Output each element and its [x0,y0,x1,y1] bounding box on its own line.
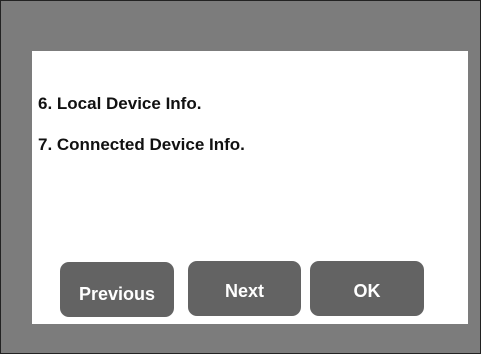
menu-panel: 6. Local Device Info. 7. Connected Devic… [32,51,468,324]
ok-button[interactable]: OK [310,261,424,316]
device-frame: 6. Local Device Info. 7. Connected Devic… [0,0,481,354]
menu-item-local-device-info[interactable]: 6. Local Device Info. [38,94,201,114]
menu-item-connected-device-info[interactable]: 7. Connected Device Info. [38,135,245,155]
next-button[interactable]: Next [188,261,301,316]
previous-button[interactable]: Previous [60,262,174,317]
